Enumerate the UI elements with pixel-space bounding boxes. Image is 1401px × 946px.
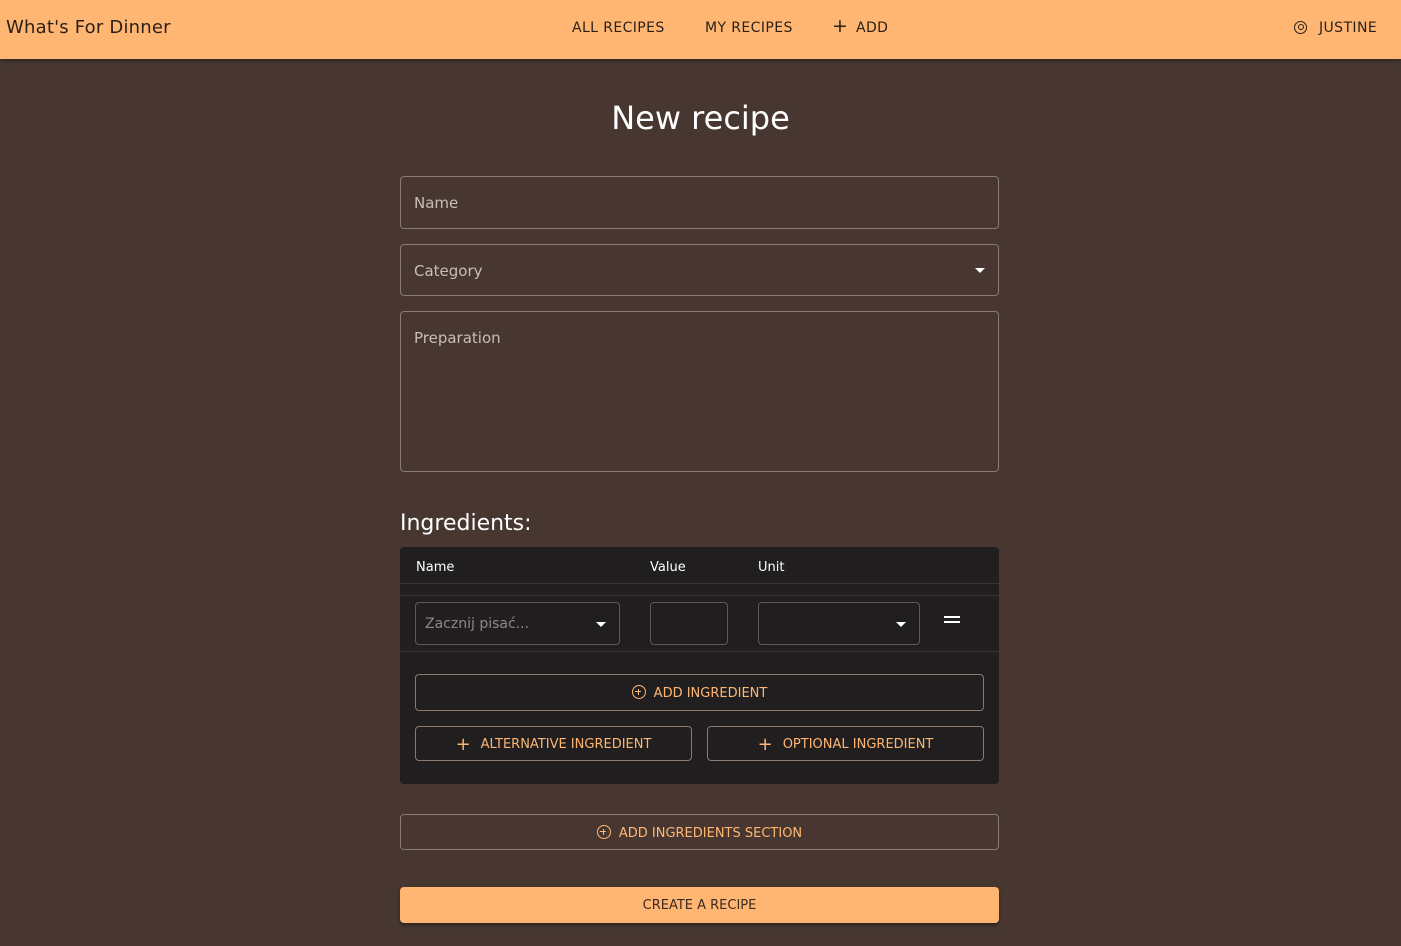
ingredients-heading: Ingredients:: [400, 511, 532, 536]
ingredient-unit-select[interactable]: [758, 602, 920, 645]
ingredient-name-placeholder: Zacznij pisać...: [425, 616, 530, 632]
plus-icon: +: [757, 734, 773, 755]
add-ingredient-button[interactable]: ADD INGREDIENT: [415, 674, 984, 711]
add-ingredient-label: ADD INGREDIENT: [653, 686, 768, 701]
divider: [400, 595, 999, 596]
add-ingredients-section-button[interactable]: ADD INGREDIENTS SECTION: [400, 814, 999, 850]
name-field-label: Name: [414, 194, 459, 212]
category-select[interactable]: Category: [400, 244, 999, 296]
alternative-ingredient-label: ALTERNATIVE INGREDIENT: [480, 737, 652, 752]
alternative-ingredient-button[interactable]: + ALTERNATIVE INGREDIENT: [415, 726, 692, 761]
page-title: New recipe: [611, 99, 790, 137]
dropdown-arrow-icon: [596, 622, 606, 627]
nav-my-recipes[interactable]: MY RECIPES: [705, 20, 793, 36]
divider: [400, 583, 999, 584]
account-circle-icon[interactable]: [1294, 21, 1307, 34]
preparation-textarea-label: Preparation: [414, 329, 501, 347]
ingredient-value-input[interactable]: [650, 602, 728, 645]
category-select-label: Category: [414, 262, 483, 280]
add-circle-icon: [596, 825, 611, 839]
brand-title[interactable]: What's For Dinner: [6, 17, 171, 38]
dropdown-arrow-icon: [975, 268, 985, 273]
nav-add-label: ADD: [856, 20, 889, 36]
nav-add-button[interactable]: + ADD: [832, 15, 889, 37]
app-bar: What's For Dinner ALL RECIPES MY RECIPES…: [0, 0, 1401, 59]
divider: [400, 651, 999, 652]
name-field[interactable]: Name: [400, 176, 999, 229]
drag-handle-icon[interactable]: [944, 616, 960, 623]
nav-user-button[interactable]: JUSTINE: [1319, 20, 1377, 36]
column-header-name: Name: [416, 560, 455, 575]
optional-ingredient-label: OPTIONAL INGREDIENT: [782, 737, 934, 752]
column-header-unit: Unit: [758, 560, 785, 575]
column-header-value: Value: [650, 560, 686, 575]
add-circle-icon: [631, 685, 646, 699]
ingredient-name-autocomplete[interactable]: Zacznij pisać...: [415, 602, 620, 645]
add-ingredients-section-label: ADD INGREDIENTS SECTION: [618, 826, 803, 841]
ingredients-panel: Name Value Unit Zacznij pisać... ADD ING…: [400, 547, 999, 784]
create-recipe-button[interactable]: CREATE A RECIPE: [400, 887, 999, 923]
preparation-textarea[interactable]: Preparation: [400, 311, 999, 472]
nav-all-recipes[interactable]: ALL RECIPES: [572, 20, 665, 36]
plus-icon: +: [455, 734, 471, 755]
optional-ingredient-button[interactable]: + OPTIONAL INGREDIENT: [707, 726, 984, 761]
dropdown-arrow-icon: [896, 622, 906, 627]
plus-icon: +: [832, 15, 849, 37]
